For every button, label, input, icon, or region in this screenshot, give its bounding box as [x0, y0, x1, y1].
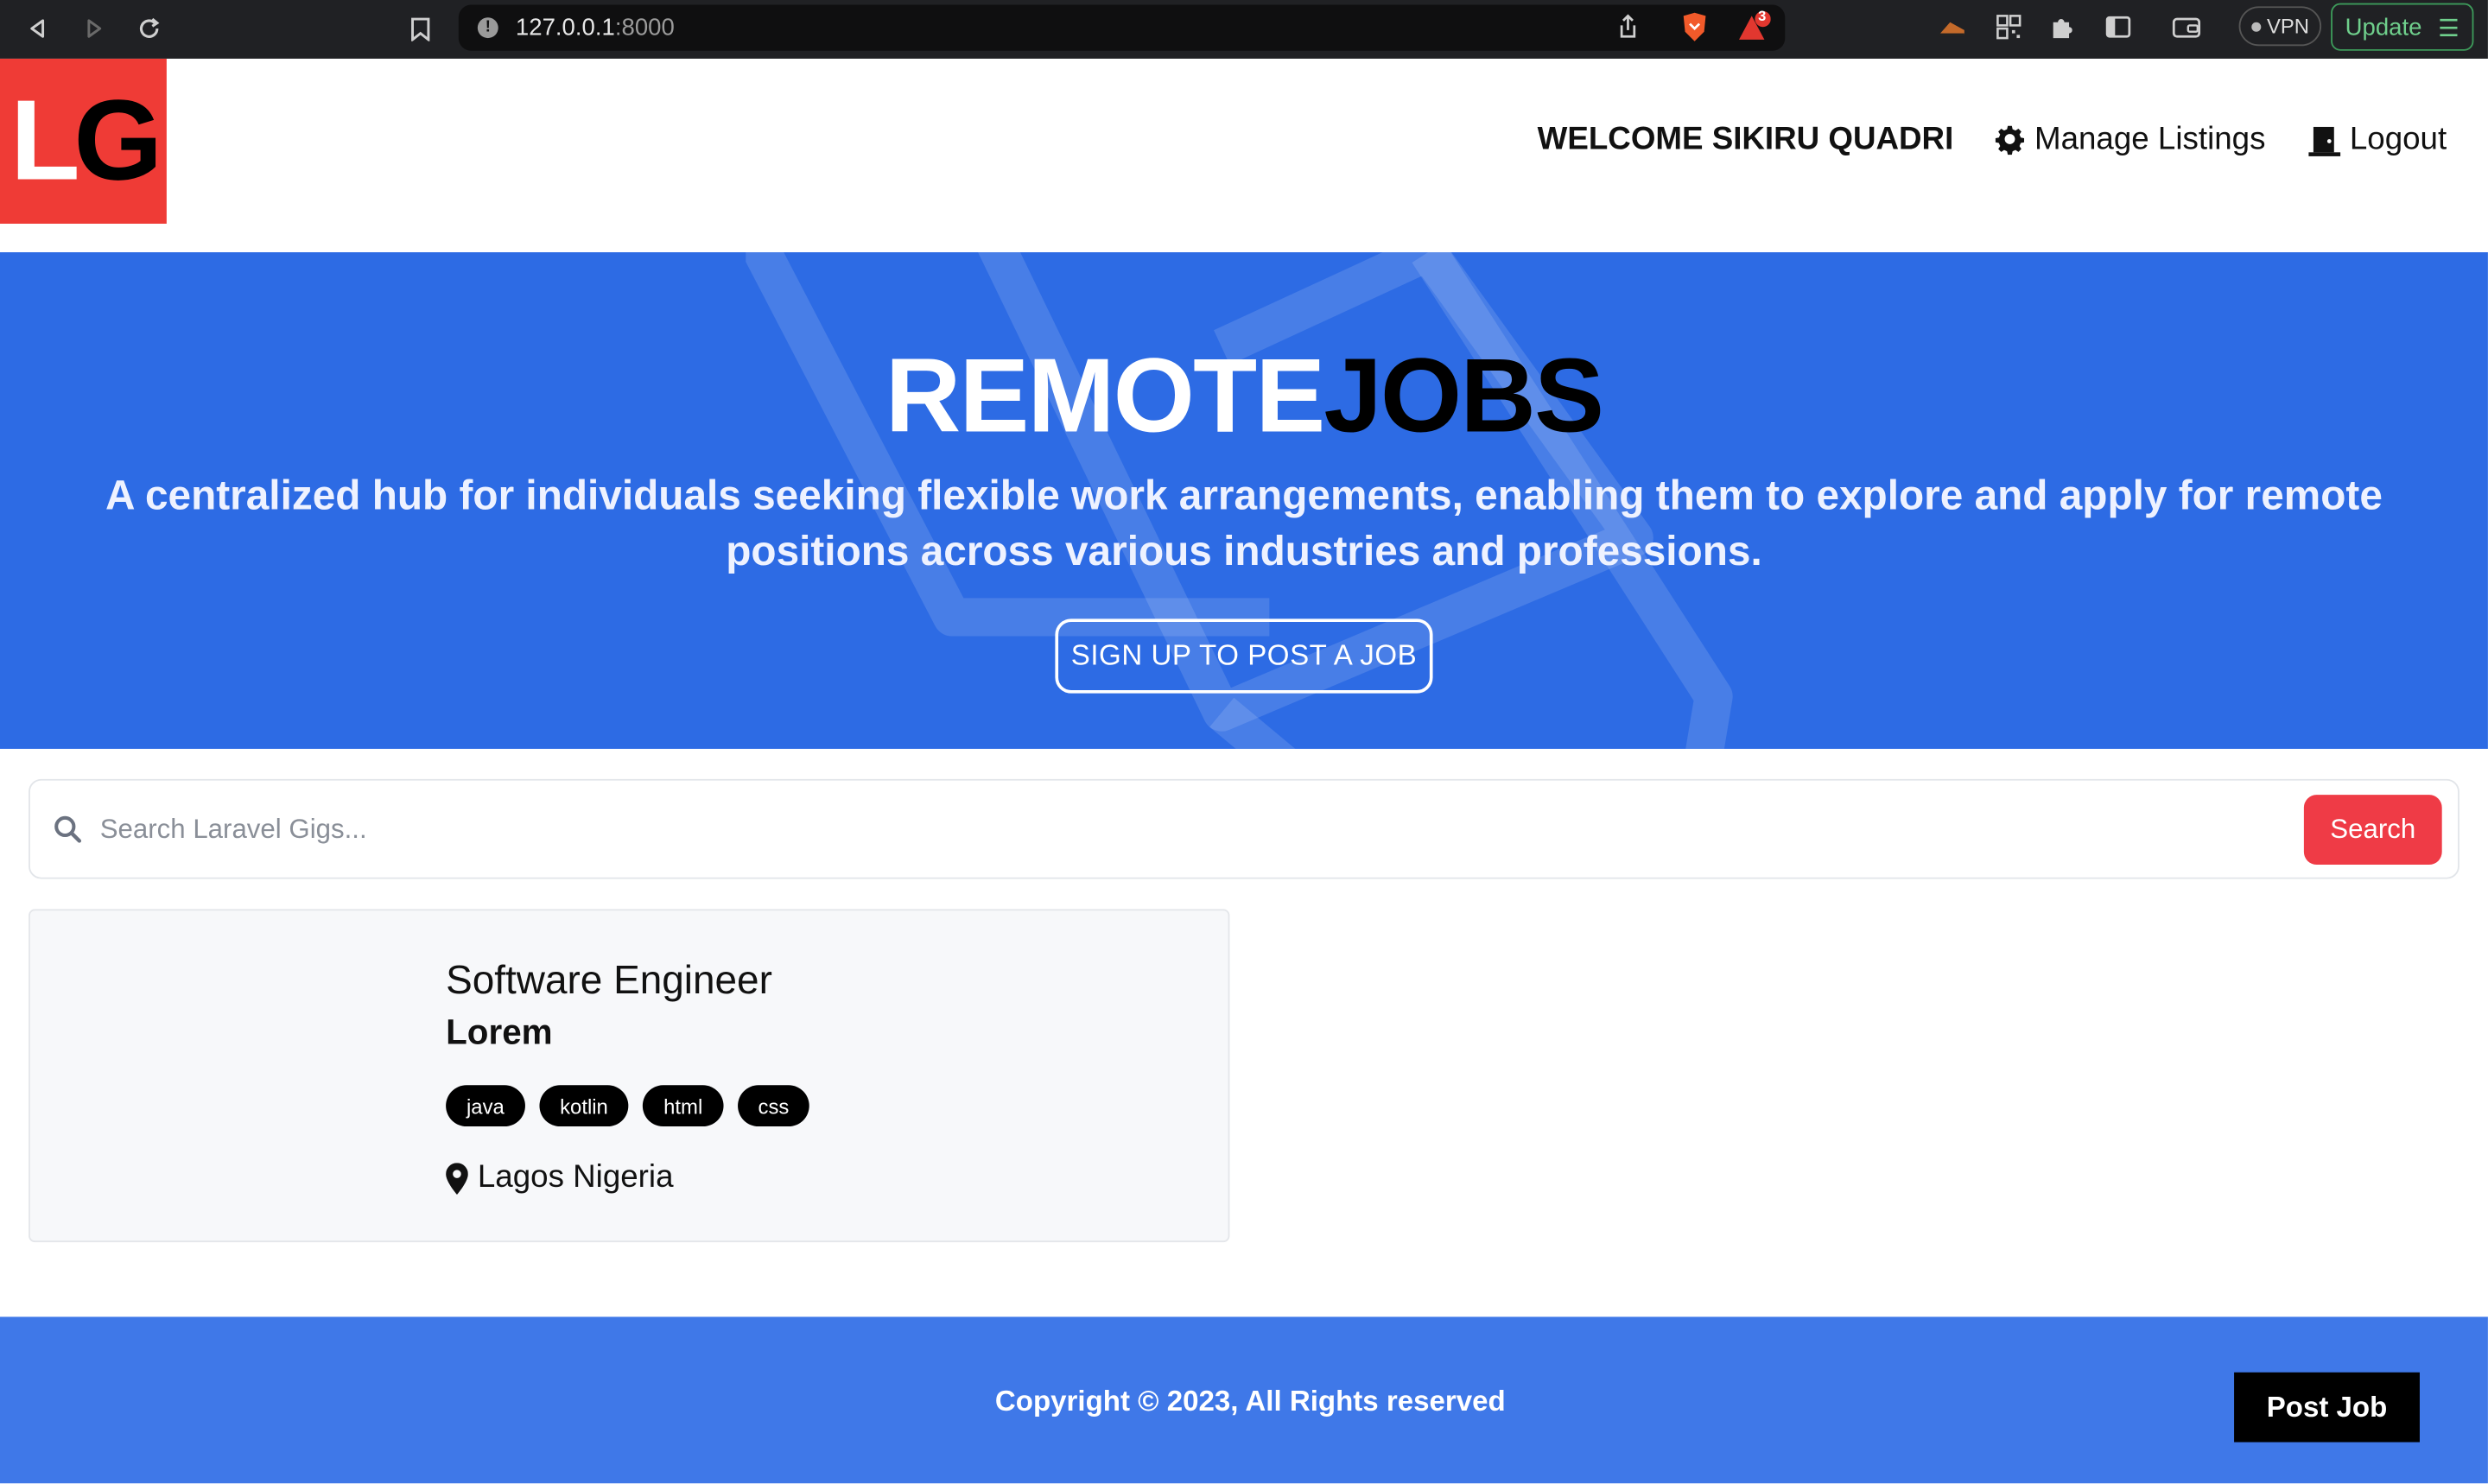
logout-label: Logout	[2349, 122, 2447, 157]
door-icon	[2308, 126, 2340, 155]
main-nav: Welcome Sikiru Quadri Manage Listings Lo…	[1538, 122, 2447, 158]
vpn-label: VPN	[2266, 14, 2310, 39]
hero-title: REMOTEJOBS	[0, 335, 2488, 456]
site-logo[interactable]: LG	[0, 58, 167, 224]
search-form: Search	[29, 778, 2459, 879]
map-marker-icon	[446, 1162, 468, 1195]
bookmark-icon[interactable]	[403, 11, 438, 46]
url-host: 127.0.0.1	[515, 14, 615, 41]
job-location-text: Lagos Nigeria	[477, 1159, 674, 1195]
url-port: :8000	[614, 14, 675, 41]
site-info-icon[interactable]: !	[477, 17, 498, 39]
logo-letter-l: L	[10, 77, 80, 205]
search-button[interactable]: Search	[2303, 795, 2442, 866]
qr-code-icon[interactable]	[1991, 10, 2026, 44]
site-footer: Copyright © 2023, All Rights reserved Po…	[0, 1316, 2488, 1484]
menu-icon: ☰	[2438, 16, 2459, 43]
search-input[interactable]	[99, 802, 2258, 857]
post-job-button[interactable]: Post Job	[2234, 1372, 2420, 1443]
sidebar-toggle-icon[interactable]	[2101, 10, 2136, 44]
hero-title-remote: REMOTE	[885, 336, 1325, 454]
job-location: Lagos Nigeria	[446, 1159, 674, 1196]
tag-html[interactable]: html	[643, 1085, 724, 1127]
vpn-button[interactable]: VPN	[2238, 6, 2322, 47]
address-bar[interactable]: ! 127.0.0.1:8000 3	[458, 4, 1786, 51]
manage-listings-label: Manage Listings	[2034, 122, 2266, 157]
hero-banner: REMOTEJOBS A centralized hub for individ…	[0, 252, 2488, 749]
copyright-text: Copyright © 2023, All Rights reserved	[994, 1385, 1506, 1417]
update-button[interactable]: Update ☰	[2331, 3, 2474, 51]
tag-java[interactable]: java	[446, 1085, 525, 1127]
url-text: 127.0.0.1:8000	[516, 15, 675, 41]
site-header: LG Welcome Sikiru Quadri Manage Listings…	[0, 58, 2488, 253]
hero-title-jobs: JOBS	[1323, 336, 1604, 454]
rewards-badge: 3	[1758, 8, 1767, 24]
wallet-icon[interactable]	[2169, 10, 2204, 44]
hero-tagline: A centralized hub for individuals seekin…	[105, 471, 2383, 574]
job-card[interactable]: Software Engineer Lorem java kotlin html…	[29, 909, 1230, 1243]
browser-toolbar: ! 127.0.0.1:8000 3 VPN Update ☰	[0, 0, 2488, 59]
vpn-status-icon	[2250, 21, 2261, 31]
tag-list: java kotlin html css	[446, 1085, 810, 1127]
logo-letter-g: G	[73, 77, 162, 205]
tag-css[interactable]: css	[737, 1085, 810, 1127]
logout-link[interactable]: Logout	[2307, 122, 2447, 158]
reload-icon[interactable]	[131, 11, 166, 46]
back-icon[interactable]	[21, 11, 55, 46]
job-title[interactable]: Software Engineer	[446, 958, 772, 1004]
update-label: Update	[2345, 13, 2422, 41]
share-icon[interactable]	[1610, 10, 1645, 44]
job-company: Lorem	[446, 1012, 553, 1052]
extension-icon[interactable]	[1934, 10, 1969, 44]
sign-up-button[interactable]: Sign Up to Post a Job	[1055, 618, 1433, 694]
brave-shield-icon[interactable]	[1677, 10, 1711, 44]
forward-icon[interactable]	[76, 11, 111, 46]
welcome-text: Welcome Sikiru Quadri	[1537, 122, 1954, 157]
search-icon	[54, 815, 82, 843]
tag-kotlin[interactable]: kotlin	[539, 1085, 629, 1127]
extensions-puzzle-icon[interactable]	[2046, 10, 2080, 44]
gear-icon	[1996, 124, 2025, 155]
manage-listings-link[interactable]: Manage Listings	[1995, 122, 2265, 158]
